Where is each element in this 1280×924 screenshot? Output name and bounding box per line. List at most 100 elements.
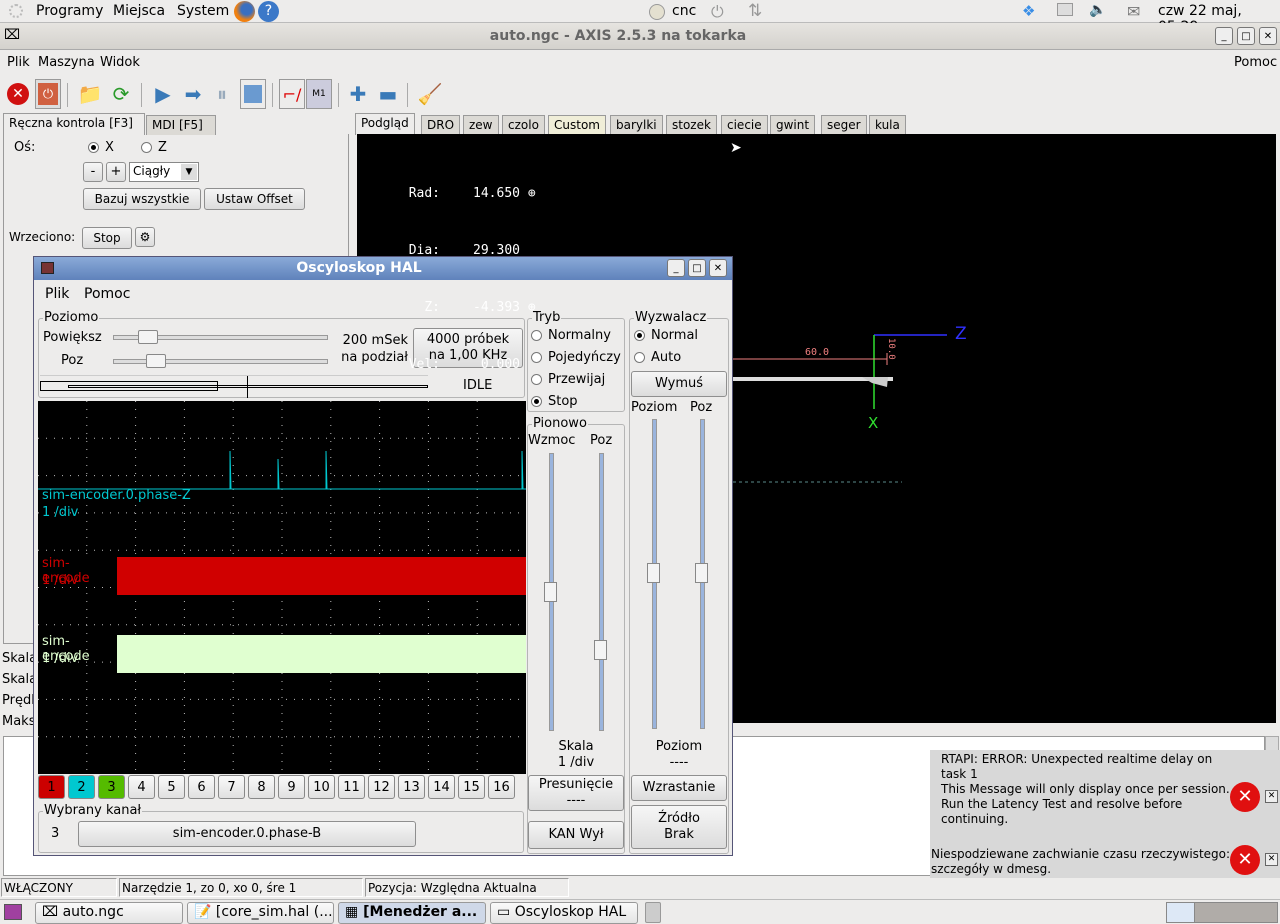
help-icon[interactable]: ?: [258, 1, 279, 22]
channel-off-button[interactable]: KAN Wył: [528, 821, 624, 849]
display-icon[interactable]: [1057, 3, 1073, 16]
scope-display[interactable]: sim-encoder.0.phase-Z 1 /div sim-encode …: [38, 401, 526, 774]
estop-icon[interactable]: ✕: [5, 79, 31, 109]
channel-button-7[interactable]: 7: [218, 775, 245, 799]
channel-button-16[interactable]: 16: [488, 775, 515, 799]
ubuntu-logo-icon[interactable]: [9, 4, 23, 18]
tab-seger[interactable]: seger: [821, 115, 867, 135]
radio-axis-x[interactable]: X: [88, 140, 114, 155]
channel-button-6[interactable]: 6: [188, 775, 215, 799]
jog-mode-select[interactable]: Ciągły ▼: [129, 162, 199, 182]
menu-plik[interactable]: Plik: [7, 55, 30, 70]
volume-icon[interactable]: 🔈: [1089, 2, 1106, 18]
pos-slider[interactable]: [113, 354, 328, 368]
optional-stop-icon[interactable]: M1: [306, 79, 332, 109]
tab-podglad[interactable]: Podgląd: [355, 113, 415, 135]
gain-slider[interactable]: [544, 453, 557, 731]
trigger-level-slider[interactable]: [647, 419, 660, 729]
menu-widok[interactable]: Widok: [100, 55, 140, 70]
channel-button-14[interactable]: 14: [428, 775, 455, 799]
offset-button[interactable]: Presunięcie ----: [528, 775, 624, 811]
menu-pomoc[interactable]: Pomoc: [1234, 55, 1277, 70]
channel-button-11[interactable]: 11: [338, 775, 365, 799]
firefox-icon[interactable]: [234, 1, 255, 22]
reload-icon[interactable]: ⟳: [108, 79, 134, 109]
user-name[interactable]: cnc: [672, 3, 696, 19]
task-oscilloscope[interactable]: ▭ Oscyloskop HAL: [490, 902, 638, 924]
run-icon[interactable]: ▶: [150, 79, 176, 109]
trigger-normal-radio[interactable]: Normal: [634, 328, 698, 343]
mode-roll-radio[interactable]: Przewijaj: [531, 372, 605, 387]
block-delete-icon[interactable]: ⌐/: [279, 79, 305, 109]
task-manager[interactable]: ▦ [Menedżer a...: [338, 902, 486, 924]
zoom-out-icon[interactable]: ▬: [375, 79, 401, 109]
jog-plus-button[interactable]: +: [106, 162, 126, 182]
tab-stozek[interactable]: stozek: [666, 115, 717, 135]
open-file-icon[interactable]: 📁: [77, 79, 103, 109]
dismiss-notification-button[interactable]: ✕: [1265, 790, 1278, 803]
network-icon[interactable]: ⇅: [748, 1, 762, 21]
channel-button-9[interactable]: 9: [278, 775, 305, 799]
zoom-in-icon[interactable]: ✚: [345, 79, 371, 109]
tab-barylki[interactable]: barylki: [610, 115, 663, 135]
pause-icon[interactable]: ⏸: [209, 79, 235, 109]
menu-programy[interactable]: Programy: [36, 3, 103, 19]
tab-gwint[interactable]: gwint: [770, 115, 816, 135]
clear-plot-icon[interactable]: 🧹: [417, 79, 443, 109]
mode-stop-radio[interactable]: Stop: [531, 394, 578, 409]
channel-button-10[interactable]: 10: [308, 775, 335, 799]
channel-button-1[interactable]: 1: [38, 775, 65, 799]
menu-miejsca[interactable]: Miejsca: [113, 3, 165, 19]
scope-menu-pomoc[interactable]: Pomoc: [84, 286, 130, 302]
zoom-slider[interactable]: [113, 330, 328, 344]
show-desktop-icon[interactable]: [4, 904, 22, 920]
stop-icon[interactable]: [240, 79, 266, 109]
trigger-source-button[interactable]: Źródło Brak: [631, 805, 727, 849]
maximize-button[interactable]: □: [1237, 27, 1255, 45]
tab-manual[interactable]: Ręczna kontrola [F3]: [3, 113, 145, 135]
radio-axis-z[interactable]: Z: [141, 140, 167, 155]
force-trigger-button[interactable]: Wymuś: [631, 371, 727, 397]
mode-single-radio[interactable]: Pojedyńczy: [531, 350, 621, 365]
workspace-switcher[interactable]: [1166, 902, 1278, 923]
channel-button-3[interactable]: 3: [98, 775, 125, 799]
trigger-pos-slider[interactable]: [695, 419, 708, 729]
home-all-button[interactable]: Bazuj wszystkie: [83, 188, 201, 210]
task-auto-ngc[interactable]: ⌧ auto.ngc: [35, 902, 183, 924]
tab-ciecie[interactable]: ciecie: [721, 115, 768, 135]
channel-button-12[interactable]: 12: [368, 775, 395, 799]
close-button[interactable]: ✕: [1259, 27, 1277, 45]
trigger-auto-radio[interactable]: Auto: [634, 350, 681, 365]
power-button-icon[interactable]: ⏻: [35, 79, 61, 109]
spindle-brake-icon[interactable]: ⚙: [135, 227, 155, 247]
minimize-button[interactable]: _: [1215, 27, 1233, 45]
user-status-icon[interactable]: [649, 4, 665, 20]
vpos-slider[interactable]: [594, 453, 607, 731]
tab-dro[interactable]: DRO: [421, 115, 461, 135]
channel-button-13[interactable]: 13: [398, 775, 425, 799]
scope-menu-plik[interactable]: Plik: [45, 286, 69, 302]
spindle-stop-button[interactable]: Stop: [82, 227, 132, 249]
dismiss-notification-button[interactable]: ✕: [1265, 853, 1278, 866]
scope-minimize-button[interactable]: _: [667, 259, 685, 277]
trigger-edge-button[interactable]: Wzrastanie: [631, 775, 727, 801]
mode-normal-radio[interactable]: Normalny: [531, 328, 611, 343]
mail-icon[interactable]: ✉: [1127, 2, 1140, 21]
set-offset-button[interactable]: Ustaw Offset: [204, 188, 305, 210]
channel-button-4[interactable]: 4: [128, 775, 155, 799]
task-core-sim[interactable]: 📝 [core_sim.hal (...: [187, 902, 334, 924]
menu-system[interactable]: System: [177, 3, 229, 19]
jog-minus-button[interactable]: -: [83, 162, 103, 182]
tab-kula[interactable]: kula: [869, 115, 906, 135]
scope-maximize-button[interactable]: □: [688, 259, 706, 277]
dropbox-icon[interactable]: ❖: [1022, 2, 1035, 20]
channel-button-8[interactable]: 8: [248, 775, 275, 799]
trash-icon[interactable]: [645, 902, 661, 923]
channel-button-2[interactable]: 2: [68, 775, 95, 799]
tab-zew[interactable]: zew: [463, 115, 499, 135]
tab-custom[interactable]: Custom: [548, 115, 606, 135]
selected-channel-name-button[interactable]: sim-encoder.0.phase-B: [78, 821, 416, 847]
power-icon[interactable]: ⏻: [711, 2, 724, 22]
channel-button-5[interactable]: 5: [158, 775, 185, 799]
scope-close-button[interactable]: ✕: [709, 259, 727, 277]
